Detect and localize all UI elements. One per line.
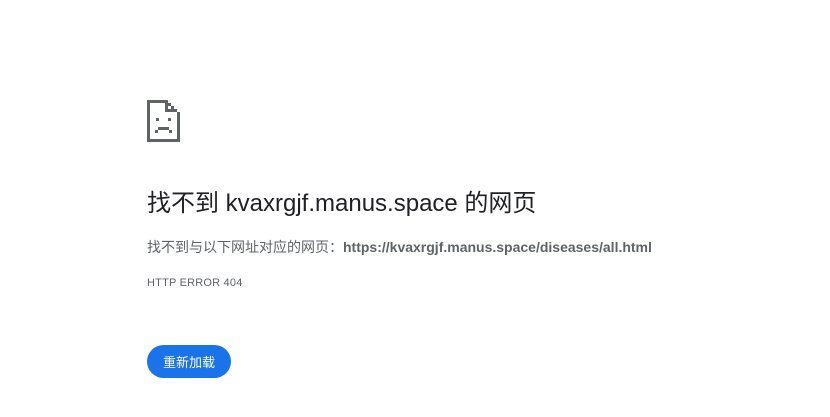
error-detail: 找不到与以下网址对应的网页：https://kvaxrgjf.manus.spa… xyxy=(147,237,652,257)
error-detail-text: 找不到与以下网址对应的网页： xyxy=(147,239,343,255)
error-code: HTTP ERROR 404 xyxy=(147,277,243,289)
sad-document-icon xyxy=(147,100,180,142)
reload-button[interactable]: 重新加载 xyxy=(147,345,231,378)
error-url: https://kvaxrgjf.manus.space/diseases/al… xyxy=(343,239,652,255)
error-page: 找不到 kvaxrgjf.manus.space 的网页 找不到与以下网址对应的… xyxy=(0,0,830,417)
error-headline: 找不到 kvaxrgjf.manus.space 的网页 xyxy=(147,190,537,217)
